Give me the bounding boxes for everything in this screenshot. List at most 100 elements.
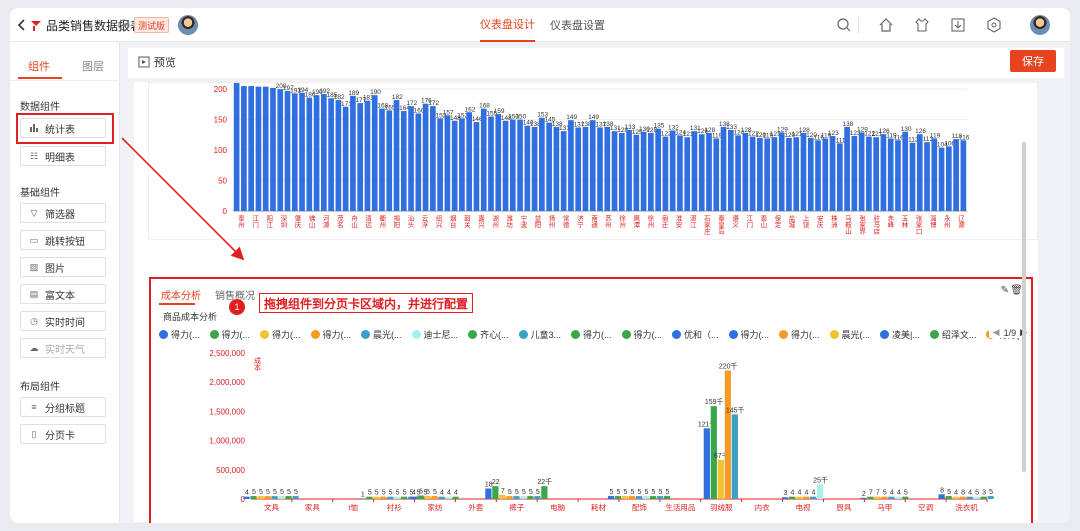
bar bbox=[778, 132, 785, 211]
x-tick-label: 湛江 bbox=[688, 215, 696, 229]
component-group-heading[interactable]: ≡ 分组标题 bbox=[20, 397, 106, 417]
tab-layers[interactable]: 图层 bbox=[82, 58, 104, 74]
legend-item[interactable]: 得力(... bbox=[621, 328, 663, 341]
home-icon[interactable] bbox=[878, 8, 894, 42]
legend-item[interactable]: 得力(... bbox=[260, 328, 301, 341]
x-tick-label: 嘉兴 bbox=[477, 214, 485, 230]
component-realtime-weather[interactable]: ☁ 实时天气 bbox=[20, 338, 106, 358]
legend-label: 得力(... bbox=[633, 329, 663, 340]
legend-item[interactable]: 晨光(... bbox=[829, 328, 870, 341]
city-bar-chart-card[interactable]: 0 50 100 150 200 200 197 193 194 186 190 192 185 182 1… bbox=[148, 82, 1038, 240]
back-icon[interactable] bbox=[16, 8, 28, 42]
bar bbox=[488, 116, 494, 211]
bar bbox=[379, 108, 385, 211]
edit-icon[interactable]: ✎ bbox=[1001, 285, 1009, 296]
legend-item[interactable]: 晨光(... bbox=[361, 328, 402, 341]
settings-icon[interactable] bbox=[986, 8, 1002, 42]
legend-item[interactable]: 得力(... bbox=[310, 328, 352, 341]
legend-item[interactable]: 得力(... bbox=[728, 328, 769, 341]
legend-item[interactable]: 优和（... bbox=[672, 328, 719, 341]
legend-item[interactable]: 齐心(... bbox=[468, 328, 509, 341]
bar bbox=[648, 132, 654, 211]
bar bbox=[373, 496, 380, 499]
data-label: 4 bbox=[805, 490, 809, 497]
bar bbox=[764, 138, 770, 211]
cloud-icon: ☁ bbox=[29, 342, 39, 353]
tab-dashboard-design[interactable]: 仪表盘设计 bbox=[480, 8, 535, 42]
page-card-container[interactable]: 成本分析 销售概况 拖拽组件到分页卡区域内，并进行配置 1 ✎ 🗑 商品成本分析… bbox=[149, 277, 1033, 523]
chart-legend: 得力(... 得力(... 得力(... 得力(... 晨光(... 迪士尼... 齐心(.… bbox=[159, 327, 1027, 341]
tab-cost-analysis[interactable]: 成本分析 bbox=[161, 287, 201, 302]
data-label: 145千 bbox=[726, 405, 745, 414]
y-tick-label: 500,000 bbox=[216, 466, 245, 475]
x-tick-label: 济宁 bbox=[575, 214, 583, 229]
component-rich-text[interactable]: ▤ 富文本 bbox=[20, 284, 106, 304]
legend-item[interactable]: 得力(... bbox=[209, 328, 251, 341]
component-jump-button[interactable]: ▭ 跳转按钮 bbox=[20, 230, 106, 250]
tab-components[interactable]: 组件 bbox=[28, 58, 50, 74]
bar bbox=[452, 496, 459, 499]
bar bbox=[895, 140, 901, 211]
highlight-box-stat-table bbox=[16, 113, 114, 144]
legend-item[interactable]: 绍泽文... bbox=[929, 328, 977, 341]
x-tick-label: 湖州 bbox=[491, 214, 499, 229]
legend-label: 得力(... bbox=[221, 329, 251, 340]
save-button[interactable]: 保存 bbox=[1010, 50, 1056, 72]
legend-label: 儿童3... bbox=[530, 329, 562, 340]
bar bbox=[262, 86, 269, 211]
component-image[interactable]: ▨ 图片 bbox=[20, 257, 106, 277]
download-icon[interactable] bbox=[950, 8, 966, 42]
data-label: 7 bbox=[869, 490, 873, 497]
preview-button[interactable]: 预览 bbox=[138, 54, 176, 70]
theme-shirt-icon[interactable] bbox=[914, 8, 930, 42]
data-label: 149 bbox=[566, 114, 577, 121]
legend-item[interactable]: 凌美|... bbox=[880, 328, 920, 341]
design-toolbar: 预览 保存 bbox=[128, 48, 1064, 78]
bar bbox=[335, 100, 342, 211]
bar bbox=[541, 486, 548, 499]
data-label: 123 bbox=[828, 130, 839, 137]
x-tick-label: 家具 bbox=[305, 502, 320, 512]
data-label: 168 bbox=[479, 103, 490, 110]
search-icon[interactable] bbox=[836, 8, 852, 42]
x-tick-label: 清远 bbox=[364, 214, 372, 230]
legend-item[interactable]: 儿童3... bbox=[518, 328, 562, 341]
canvas-scrollbar[interactable] bbox=[1022, 142, 1026, 472]
legend-item[interactable]: 得力(... bbox=[159, 328, 200, 341]
y-tick-label: 0 bbox=[223, 207, 228, 216]
x-tick-label: 电视 bbox=[796, 502, 811, 512]
legend-label: 绍泽文... bbox=[941, 329, 977, 340]
bar bbox=[945, 496, 952, 499]
bar bbox=[713, 138, 720, 211]
tab-dashboard-settings[interactable]: 仪表盘设置 bbox=[550, 8, 605, 42]
legend-item[interactable]: 得力(... bbox=[779, 328, 820, 341]
x-tick-label: 徐州 bbox=[618, 214, 626, 229]
bar bbox=[422, 103, 429, 211]
bar bbox=[248, 86, 255, 211]
user-avatar[interactable] bbox=[1030, 15, 1050, 35]
legend-label: 得力(... bbox=[322, 329, 352, 340]
bar bbox=[924, 142, 930, 211]
bar bbox=[815, 140, 821, 211]
legend-prev-icon[interactable]: ◀ bbox=[993, 327, 1000, 338]
component-label: 实时时间 bbox=[45, 317, 85, 329]
bar bbox=[771, 137, 778, 211]
x-tick-label: t恤 bbox=[348, 502, 358, 512]
component-detail-table[interactable]: ☷ 明细表 bbox=[20, 146, 106, 166]
legend-item[interactable]: 得力(... bbox=[571, 328, 612, 341]
bar bbox=[444, 115, 451, 211]
x-tick-label: 厨具 bbox=[836, 503, 851, 512]
x-tick-label: 石家庄 bbox=[702, 215, 710, 236]
bar bbox=[410, 496, 417, 499]
component-realtime-clock[interactable]: ◷ 实时时间 bbox=[20, 311, 106, 331]
preview-label: 预览 bbox=[154, 57, 176, 69]
legend-dot bbox=[411, 329, 421, 339]
settings-circle-icon[interactable] bbox=[118, 8, 130, 42]
bar bbox=[513, 496, 520, 499]
component-filter[interactable]: ▽ 筛选器 bbox=[20, 203, 106, 223]
bar bbox=[495, 114, 502, 211]
group-title-layout: 布局组件 bbox=[20, 382, 60, 393]
legend-item[interactable]: 迪士尼... bbox=[411, 328, 458, 341]
component-page-card[interactable]: ▯ 分页卡 bbox=[20, 424, 106, 444]
x-tick-label: 绍兴 bbox=[434, 214, 442, 230]
